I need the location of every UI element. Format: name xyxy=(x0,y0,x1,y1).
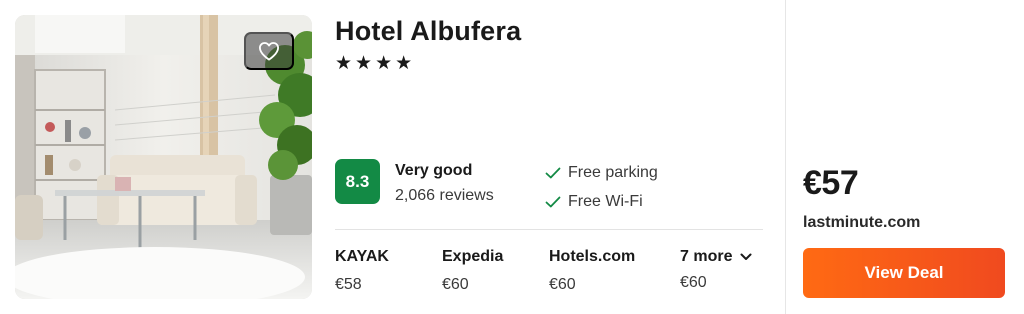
provider-name: Expedia xyxy=(442,248,504,265)
rating-label: Very good xyxy=(395,162,473,179)
heart-icon xyxy=(258,42,279,61)
provider-name: Hotels.com xyxy=(549,248,636,265)
provider-kayak[interactable]: KAYAK €58 xyxy=(335,248,389,294)
hotel-name[interactable]: Hotel Albufera xyxy=(335,16,521,47)
provider-hotels-com[interactable]: Hotels.com €60 xyxy=(549,248,635,294)
hotel-result-card: Hotel Albufera ★★★★ 8.3 Very good 2,066 … xyxy=(0,0,1024,314)
review-count[interactable]: 2,066 reviews xyxy=(395,187,494,205)
provider-expedia[interactable]: Expedia €60 xyxy=(442,248,503,294)
more-providers-toggle[interactable]: 7 more xyxy=(680,248,752,266)
check-icon xyxy=(545,196,561,208)
provider-name: KAYAK xyxy=(335,248,389,265)
rating-score-badge: 8.3 xyxy=(335,159,380,204)
more-providers-dropdown[interactable]: 7 more €60 xyxy=(680,248,752,292)
amenity-label: Free parking xyxy=(568,164,658,181)
more-providers-label: 7 more xyxy=(680,248,733,265)
provider-price: €60 xyxy=(549,276,576,293)
star-rating: ★★★★ xyxy=(335,53,416,74)
provider-price: €60 xyxy=(680,274,707,291)
provider-price: €58 xyxy=(335,276,362,293)
amenity-free-parking: Free parking xyxy=(545,164,658,182)
best-price: €57 xyxy=(803,164,859,202)
chevron-down-icon xyxy=(740,253,752,260)
amenity-free-wifi: Free Wi-Fi xyxy=(545,193,643,211)
check-icon xyxy=(545,167,561,179)
divider xyxy=(335,229,763,230)
provider-price: €60 xyxy=(442,276,469,293)
column-divider xyxy=(785,0,786,314)
view-deal-button[interactable]: View Deal xyxy=(803,248,1005,298)
favorite-button[interactable] xyxy=(244,32,294,70)
deal-provider: lastminute.com xyxy=(803,214,921,231)
amenity-label: Free Wi-Fi xyxy=(568,193,643,210)
